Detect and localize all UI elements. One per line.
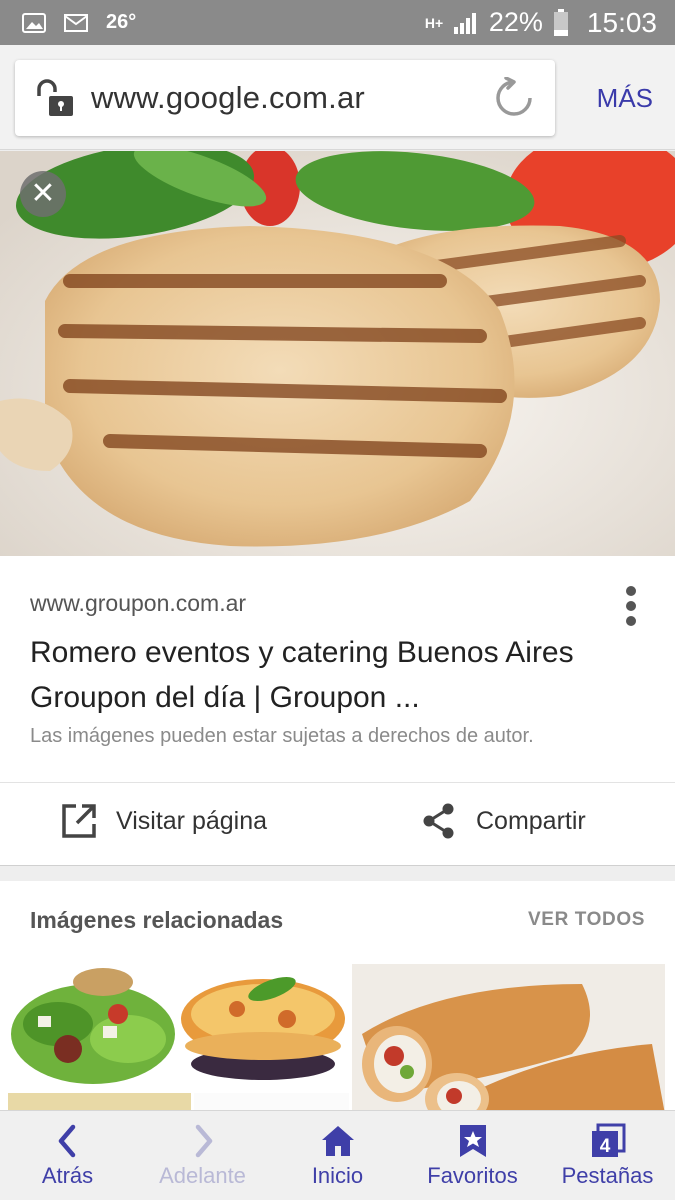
back-label: Atrás	[41, 1163, 94, 1188]
back-icon	[58, 1124, 75, 1158]
related-images-title: Imágenes relacionadas	[30, 907, 284, 933]
see-all-button[interactable]: VER TODOS	[528, 909, 645, 931]
related-image-wraps[interactable]	[352, 964, 665, 1114]
tabs-count: 4	[599, 1136, 610, 1157]
divider	[0, 782, 675, 783]
forward-button[interactable]: Adelante	[135, 1111, 270, 1200]
bottom-navigation: Atrás Adelante Inicio Favoritos 4 Pestañ…	[0, 1110, 675, 1200]
result-site[interactable]: www.groupon.com.ar	[30, 590, 246, 617]
favorites-button[interactable]: Favoritos	[405, 1111, 540, 1200]
salad-image	[11, 968, 175, 1084]
wraps-image	[352, 964, 665, 1114]
back-button[interactable]: Atrás	[0, 1111, 135, 1200]
tabs-label: Pestañas	[561, 1163, 654, 1188]
close-icon[interactable]: ✕	[20, 171, 66, 217]
more-button[interactable]: MÁS	[597, 83, 653, 114]
hero-image[interactable]: ✕	[0, 151, 675, 556]
url-field[interactable]: www.google.com.ar	[15, 60, 555, 136]
clock: 15:03	[586, 6, 657, 38]
battery-level: 22%	[488, 7, 543, 37]
more-options-icon[interactable]	[625, 586, 637, 626]
share-label: Compartir	[476, 806, 586, 835]
grilled-chicken-image	[0, 151, 675, 556]
related-image-lasagna[interactable]	[177, 964, 349, 1090]
result-title[interactable]: Romero eventos y catering Buenos Aires G…	[30, 630, 630, 720]
lasagna-image	[181, 976, 345, 1080]
bookmark-icon	[459, 1125, 486, 1157]
favorites-label: Favoritos	[427, 1163, 518, 1188]
signal-icon	[453, 12, 476, 34]
share-button[interactable]: Compartir	[420, 802, 586, 840]
gallery-icon	[22, 12, 46, 33]
lock-icon[interactable]	[33, 78, 75, 118]
copyright-notice: Las imágenes pueden estar sujetas a dere…	[30, 725, 534, 747]
related-image-salad[interactable]	[8, 964, 175, 1090]
home-button[interactable]: Inicio	[270, 1111, 405, 1200]
share-icon	[423, 803, 454, 839]
open-external-icon	[62, 804, 96, 838]
status-bar: 26° H+ 22% 15:03	[0, 0, 675, 45]
tabs-button[interactable]: 4 Pestañas	[540, 1111, 675, 1200]
browser-toolbar: www.google.com.ar MÁS	[0, 45, 675, 150]
home-label: Inicio	[311, 1163, 364, 1188]
tabs-icon: 4	[591, 1123, 625, 1157]
home-icon	[321, 1126, 354, 1156]
temperature: 26°	[106, 11, 137, 33]
visit-page-button[interactable]: Visitar página	[60, 802, 267, 840]
network-type: H+	[424, 14, 444, 31]
forward-label: Adelante	[159, 1163, 246, 1188]
reload-icon[interactable]	[493, 77, 535, 119]
battery-icon	[553, 8, 568, 36]
forward-icon	[195, 1124, 212, 1158]
mail-icon	[64, 13, 88, 32]
url-text[interactable]: www.google.com.ar	[91, 80, 365, 116]
result-card: www.groupon.com.ar Romero eventos y cate…	[0, 556, 675, 866]
visit-page-label: Visitar página	[116, 806, 268, 835]
